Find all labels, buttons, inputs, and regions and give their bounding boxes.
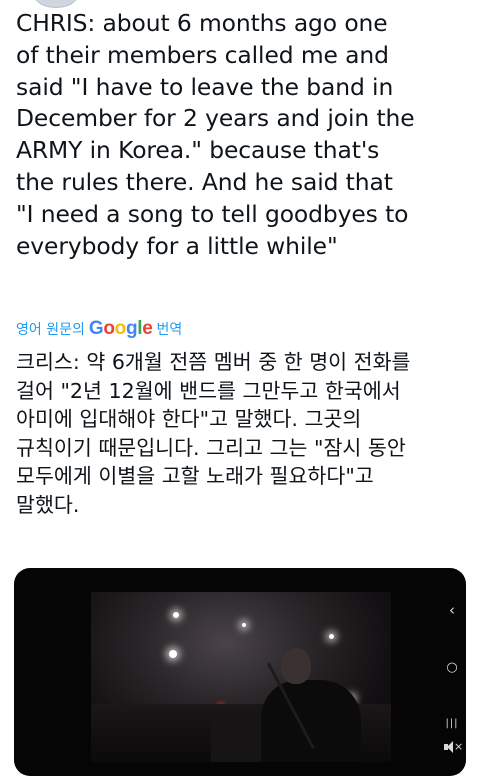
- stage-light: [169, 650, 177, 658]
- avatar[interactable]: [34, 0, 78, 8]
- recent-apps-icon[interactable]: |||: [438, 716, 466, 732]
- translate-link[interactable]: 영어 원문의 Google 번역: [16, 317, 182, 341]
- home-circle-icon[interactable]: ○: [438, 660, 466, 676]
- chevron-left-icon[interactable]: ‹: [438, 602, 466, 618]
- translated-text: 크리스: 약 6개월 전쯤 멤버 중 한 명이 전화를 걸어 "2년 12월에 …: [16, 350, 411, 517]
- performer-body: [261, 680, 361, 762]
- mute-button[interactable]: ×: [438, 740, 466, 758]
- translate-suffix: 번역: [156, 322, 183, 338]
- video-player[interactable]: ‹ ○ ||| ×: [14, 568, 466, 776]
- tweet-text: CHRIS: about 6 months ago one of their m…: [16, 9, 415, 260]
- google-logo: Google: [88, 318, 153, 339]
- stage-light: [329, 634, 334, 639]
- mute-icon: ×: [443, 740, 463, 754]
- performer-head: [281, 648, 311, 684]
- video-controls: ‹ ○ ||| ×: [438, 568, 466, 776]
- stage-light: [242, 623, 246, 627]
- video-frame[interactable]: [91, 592, 391, 762]
- stage-light: [173, 612, 179, 618]
- translate-prefix: 영어 원문의: [16, 322, 85, 338]
